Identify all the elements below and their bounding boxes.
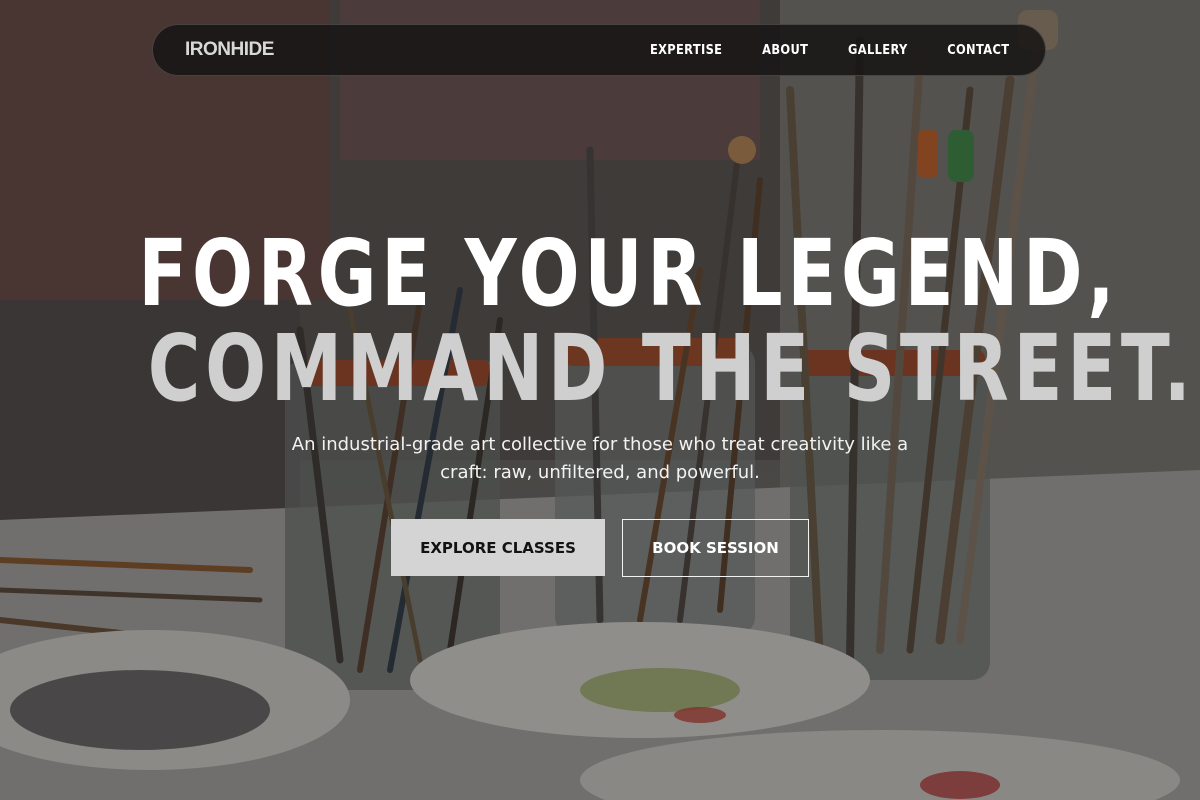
nav-link-about[interactable]: ABOUT (762, 43, 808, 58)
hero-subtitle: An industrial-grade art collective for t… (291, 434, 909, 483)
book-session-button[interactable]: BOOK SESSION (622, 519, 809, 577)
hero-headline-line2-text: COMMAND THE STREET. (147, 315, 1196, 422)
explore-classes-button[interactable]: EXPLORE CLASSES (391, 519, 605, 576)
top-navbar: IRONHIDE EXPERTISE ABOUT GALLERY CONTACT (152, 24, 1046, 76)
hero-headline-line1-text: FORGE YOUR LEGEND, (138, 220, 1120, 327)
nav-link-expertise[interactable]: EXPERTISE (650, 43, 722, 58)
nav-link-contact[interactable]: CONTACT (948, 43, 1010, 58)
nav-link-gallery[interactable]: GALLERY (848, 43, 908, 58)
hero-headline-line1: FORGE YOUR LEGEND, (0, 228, 1200, 320)
nav-links: EXPERTISE ABOUT GALLERY CONTACT (645, 43, 1014, 58)
brand-logo[interactable]: IRONHIDE (185, 39, 274, 61)
hero-headline-line2: COMMAND THE STREET. (0, 323, 1200, 415)
hero-section: IRONHIDE EXPERTISE ABOUT GALLERY CONTACT… (0, 0, 1200, 800)
